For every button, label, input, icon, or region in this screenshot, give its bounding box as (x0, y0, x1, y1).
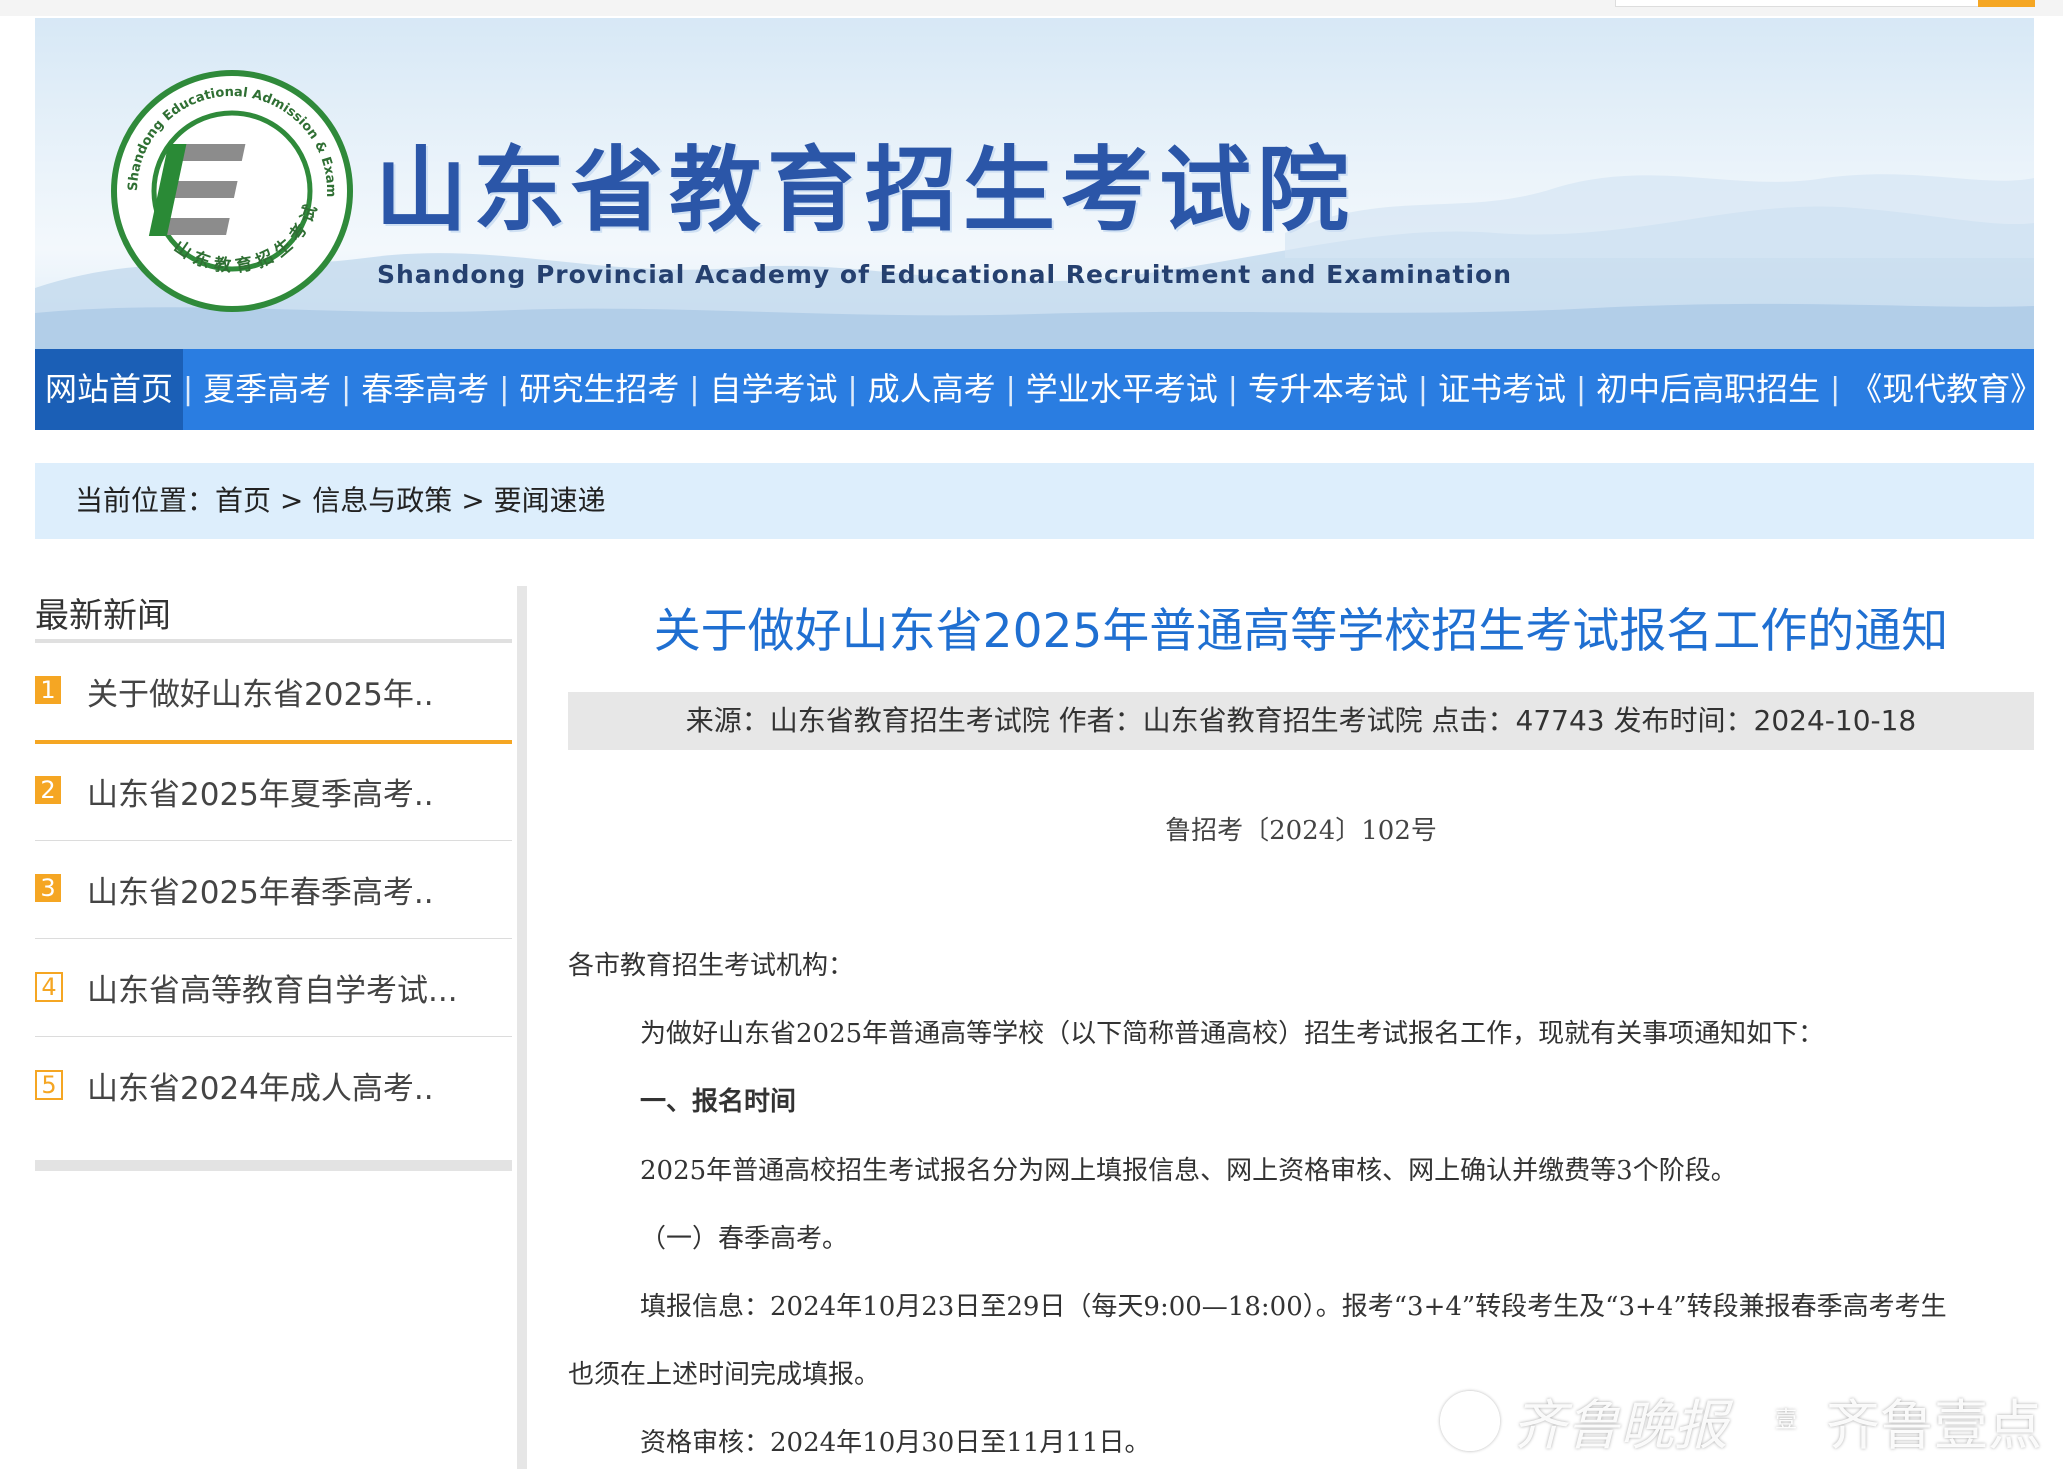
sidebar-news-item[interactable]: 3 山东省2025年春季高考.. (35, 841, 512, 939)
sidebar-news-item[interactable]: 5 山东省2024年成人高考.. (35, 1037, 512, 1134)
paragraph: 为做好山东省2025年普通高等学校（以下简称普通高校）招生考试报名工作，现就有关… (640, 1019, 1825, 1049)
watermark-text: 齐鲁壹点 (1826, 1394, 2042, 1457)
nav-item-graduate-exam[interactable]: 研究生招考 (509, 349, 689, 430)
rank-badge: 1 (35, 676, 61, 704)
nav-separator: | (341, 372, 352, 407)
nav-item-spring-exam[interactable]: 春季高考 (351, 349, 499, 430)
academy-seal-logo: Shandong Educational Admission & Examina… (107, 66, 353, 312)
news-link[interactable]: 山东省2025年春季高考.. (87, 867, 434, 912)
watermark-box-icon: 壹 (1756, 1392, 1816, 1449)
watermark-logo-icon (1440, 1390, 1500, 1451)
nav-separator: | (1576, 372, 1587, 407)
sidebar-news-item[interactable]: 2 山东省2025年夏季高考.. (35, 743, 512, 841)
nav-item-adult-exam[interactable]: 成人高考 (858, 349, 1006, 430)
nav-item-proficiency-exam[interactable]: 学业水平考试 (1016, 349, 1228, 430)
breadcrumb-home-link[interactable]: 首页 (215, 484, 271, 517)
breadcrumb-prefix: 当前位置： (75, 484, 216, 517)
paragraph: 2025年普通高校招生考试报名分为网上填报信息、网上资格审核、网上确认并缴费等3… (640, 1156, 1737, 1186)
breadcrumb-separator: > (271, 484, 313, 517)
nav-separator: | (1005, 372, 1016, 407)
nav-separator: | (1227, 372, 1238, 407)
rank-badge: 2 (35, 776, 61, 804)
nav-separator: | (1417, 372, 1428, 407)
sidebar-news-item[interactable]: 4 山东省高等教育自学考试... (35, 939, 512, 1037)
article: 关于做好山东省2025年普通高等学校招生考试报名工作的通知 来源：山东省教育招生… (568, 580, 2034, 1469)
sidebar-news-item[interactable]: 1 关于做好山东省2025年.. (35, 643, 512, 744)
news-link[interactable]: 山东省2024年成人高考.. (87, 1063, 434, 1108)
rank-badge: 3 (35, 874, 61, 902)
sub-heading: （一）春季高考。 (640, 1224, 849, 1254)
rank-badge: 5 (35, 1070, 63, 1100)
nav-item-self-study-exam[interactable]: 自学考试 (700, 349, 848, 430)
section-heading: 一、报名时间 (640, 1087, 797, 1117)
sidebar-bottom-bar (35, 1160, 512, 1171)
news-link[interactable]: 山东省2025年夏季高考.. (87, 769, 434, 814)
publisher-watermark: 齐鲁晚报 壹 齐鲁壹点 (1440, 1378, 2050, 1463)
paragraph: 也须在上述时间完成填报。 (568, 1360, 881, 1390)
nav-separator: | (847, 372, 858, 407)
nav-separator: | (499, 372, 510, 407)
watermark-text: 齐鲁晚报 (1512, 1394, 1728, 1457)
breadcrumb-separator: > (452, 484, 494, 517)
sidebar-divider (517, 586, 527, 1469)
news-link[interactable]: 关于做好山东省2025年.. (87, 669, 434, 714)
site-banner: Shandong Educational Admission & Examina… (35, 18, 2034, 349)
breadcrumb: 当前位置：首页 > 信息与政策 > 要闻速递 (35, 463, 2034, 539)
nav-separator: | (689, 372, 700, 407)
nav-item-certificate-exam[interactable]: 证书考试 (1428, 349, 1576, 430)
news-link[interactable]: 山东省高等教育自学考试... (87, 965, 458, 1010)
breadcrumb-current-link[interactable]: 要闻速递 (494, 484, 606, 517)
article-meta: 来源：山东省教育招生考试院 作者：山东省教育招生考试院 点击：47743 发布时… (568, 692, 2034, 750)
document-number: 鲁招考〔2024〕102号 (1165, 816, 1437, 846)
latest-news-sidebar: 最新新闻 1 关于做好山东省2025年.. 2 山东省2025年夏季高考.. 3… (35, 580, 527, 1469)
salutation: 各市教育招生考试机构： (568, 951, 855, 981)
sidebar-title: 最新新闻 (35, 596, 171, 636)
breadcrumb-section-link[interactable]: 信息与政策 (312, 484, 452, 517)
article-title: 关于做好山东省2025年普通高等学校招生考试报名工作的通知 (653, 604, 1949, 659)
main-nav: 网站首页 | 夏季高考 | 春季高考 | 研究生招考 | 自学考试 | 成人高考… (35, 349, 2042, 430)
nav-separator: | (183, 372, 194, 407)
paragraph: 资格审核：2024年10月30日至11月11日。 (640, 1428, 1151, 1458)
top-search-input[interactable] (1615, 0, 1979, 7)
nav-item-modern-education[interactable]: 《现代教育》 (1840, 349, 2052, 430)
paragraph: 填报信息：2024年10月23日至29日（每天9:00—18:00）。报考“3+… (640, 1292, 1947, 1322)
nav-separator: | (1830, 372, 1841, 407)
rank-badge: 4 (35, 972, 63, 1002)
top-search-button[interactable] (1978, 0, 2035, 7)
nav-item-upgrade-exam[interactable]: 专升本考试 (1238, 349, 1418, 430)
site-title: 山东省教育招生考试院 (375, 137, 1356, 244)
nav-item-vocational-enrollment[interactable]: 初中后高职招生 (1586, 349, 1830, 430)
site-subtitle: Shandong Provincial Academy of Education… (377, 260, 1513, 289)
nav-item-home[interactable]: 网站首页 (35, 349, 184, 430)
nav-item-summer-exam[interactable]: 夏季高考 (193, 349, 341, 430)
